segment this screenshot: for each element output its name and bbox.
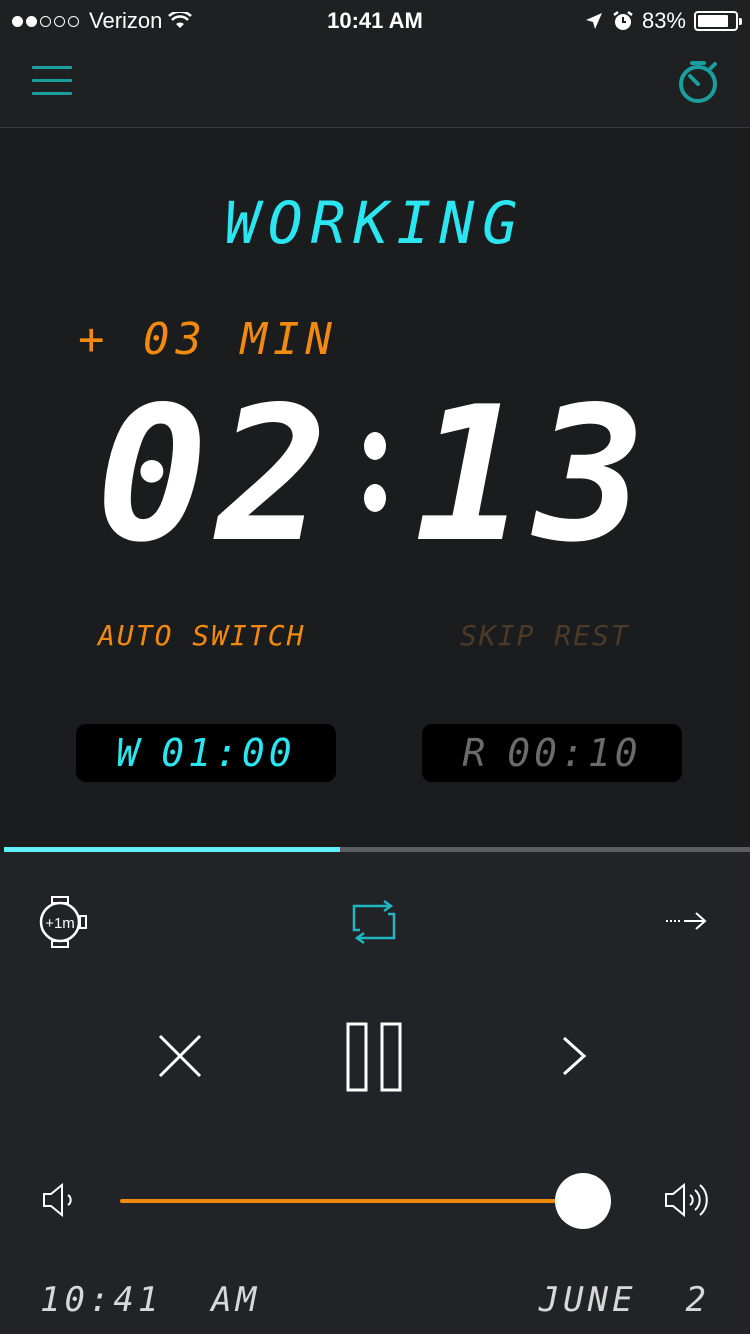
battery-fill xyxy=(698,15,728,27)
work-chip-prefix: W xyxy=(116,731,144,775)
pause-icon[interactable] xyxy=(346,1022,402,1092)
work-interval-chip[interactable]: W 01:00 xyxy=(76,724,336,782)
volume-slider-track[interactable] xyxy=(120,1199,602,1203)
rest-interval-chip[interactable]: R 00:10 xyxy=(422,724,682,782)
loop-icon[interactable] xyxy=(350,900,398,944)
status-right: 83% xyxy=(584,8,742,34)
rest-chip-value: 00:10 xyxy=(507,731,642,775)
countdown-colon xyxy=(340,414,410,534)
nav-bar xyxy=(0,40,750,128)
skip-rest-toggle[interactable]: SKIP REST xyxy=(460,619,630,652)
battery-percent: 83% xyxy=(641,8,686,33)
volume-low-icon[interactable] xyxy=(42,1182,76,1218)
countdown-minutes: 02 xyxy=(96,365,336,583)
auto-switch-toggle[interactable]: AUTO SWITCH xyxy=(98,619,305,652)
controls-panel: +1m 10:41 AM JUNE 2 xyxy=(0,852,750,1334)
hamburger-menu-icon[interactable] xyxy=(32,66,72,98)
volume-slider-thumb[interactable] xyxy=(554,1173,611,1229)
rest-chip-prefix: R xyxy=(462,731,490,775)
next-icon[interactable] xyxy=(560,1034,588,1078)
location-arrow-icon xyxy=(585,13,602,29)
alarm-icon xyxy=(613,11,633,30)
countdown-display: 02 13 xyxy=(0,366,750,583)
skip-arrow-icon[interactable] xyxy=(664,910,708,932)
status-bar: Verizon 10:41 AM 83% xyxy=(0,0,750,40)
timer-panel: WORKING + 03 MIN 02 13 AUTO SWITCH SKIP … xyxy=(0,129,750,852)
work-chip-value: 01:00 xyxy=(161,731,296,775)
close-icon[interactable] xyxy=(156,1032,204,1080)
add-minute-watch-icon[interactable]: +1m xyxy=(36,896,92,948)
phase-label: WORKING xyxy=(224,189,526,257)
battery-icon xyxy=(694,11,742,31)
countdown-seconds: 13 xyxy=(414,365,654,583)
extra-time-label: + 03 MIN xyxy=(78,314,338,365)
volume-high-icon[interactable] xyxy=(664,1182,710,1218)
footer-date: JUNE 2 xyxy=(538,1280,710,1320)
stopwatch-icon[interactable] xyxy=(678,60,720,104)
volume-control xyxy=(0,1170,750,1230)
footer-clock: 10:41 AM xyxy=(40,1280,261,1320)
add-minute-label: +1m xyxy=(45,915,75,932)
